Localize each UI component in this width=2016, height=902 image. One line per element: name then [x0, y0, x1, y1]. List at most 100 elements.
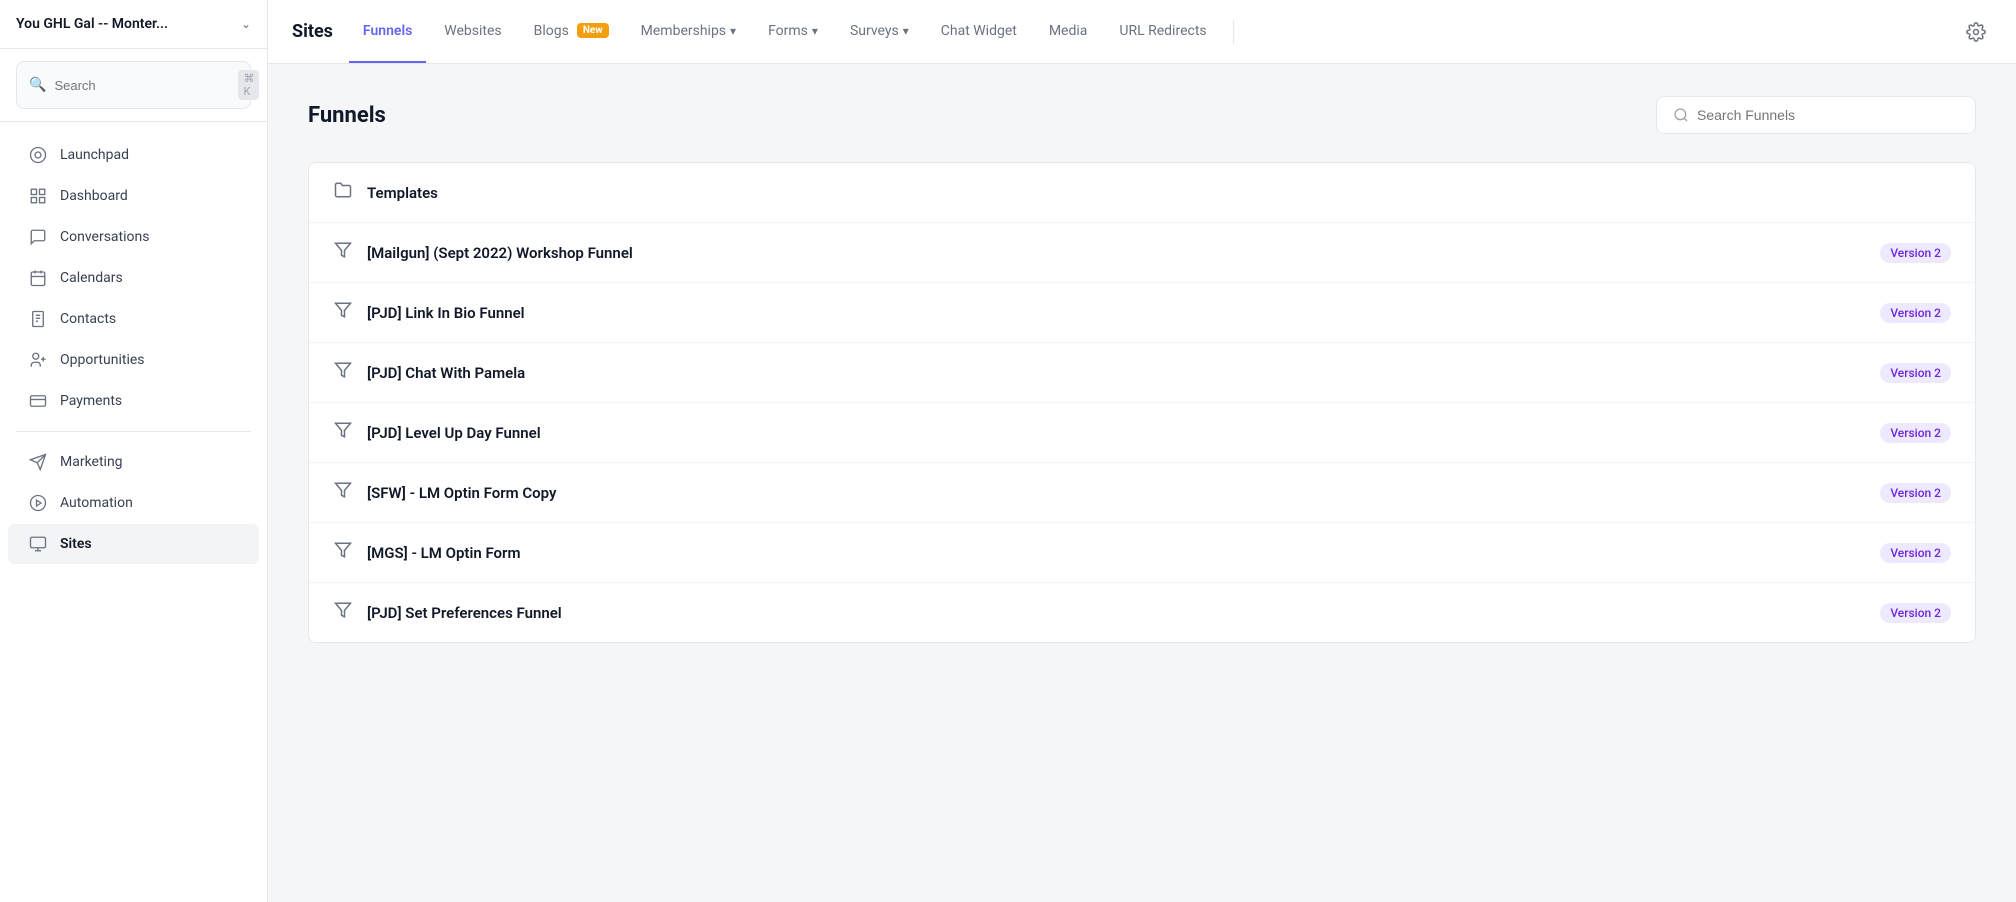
- sidebar-item-label: Launchpad: [60, 147, 129, 163]
- sidebar-item-payments[interactable]: Payments: [8, 381, 259, 421]
- version-badge: Version 2: [1880, 483, 1951, 503]
- tab-memberships-label: Memberships: [641, 23, 726, 39]
- funnel-icon: [333, 421, 353, 444]
- sidebar-item-label: Opportunities: [60, 352, 145, 368]
- tab-media[interactable]: Media: [1035, 0, 1102, 63]
- funnel-item-pjd-chat-pamela[interactable]: [PJD] Chat With Pamela Version 2: [309, 343, 1975, 403]
- tab-surveys[interactable]: Surveys ▾: [836, 0, 923, 63]
- search-funnels-input[interactable]: [1697, 107, 1959, 123]
- payments-icon: [28, 391, 48, 411]
- tab-chat-widget[interactable]: Chat Widget: [927, 0, 1031, 63]
- sidebar-item-label: Automation: [60, 495, 133, 511]
- sidebar-item-automation[interactable]: Automation: [8, 483, 259, 523]
- tab-forms[interactable]: Forms ▾: [754, 0, 832, 63]
- automation-icon: [28, 493, 48, 513]
- search-shortcut: ⌘ K: [238, 70, 259, 100]
- launchpad-icon: [28, 145, 48, 165]
- account-name: You GHL Gal -- Monter...: [16, 16, 168, 32]
- funnel-item-name: [PJD] Link In Bio Funnel: [367, 304, 1868, 322]
- version-badge: Version 2: [1880, 363, 1951, 383]
- funnel-item-name: [MGS] - LM Optin Form: [367, 544, 1868, 562]
- funnel-item-pjd-set-preferences[interactable]: [PJD] Set Preferences Funnel Version 2: [309, 583, 1975, 642]
- sidebar-item-label: Payments: [60, 393, 122, 409]
- tab-funnels-label: Funnels: [363, 23, 412, 39]
- main-content: Sites Funnels Websites Blogs New Members…: [268, 0, 2016, 902]
- tab-websites-label: Websites: [444, 23, 501, 39]
- funnel-item-name: [PJD] Set Preferences Funnel: [367, 604, 1868, 622]
- sidebar-item-label: Marketing: [60, 454, 123, 470]
- sidebar: You GHL Gal -- Monter... ⌄ 🔍 ⌘ K ⚡ Launc…: [0, 0, 268, 902]
- brand-label: Sites: [292, 21, 333, 42]
- sidebar-item-label: Sites: [60, 536, 92, 552]
- version-badge: Version 2: [1880, 243, 1951, 263]
- tab-memberships[interactable]: Memberships ▾: [627, 0, 750, 63]
- sidebar-item-label: Dashboard: [60, 188, 128, 204]
- funnel-item-name: Templates: [367, 184, 1951, 202]
- funnel-item-pjd-link-bio[interactable]: [PJD] Link In Bio Funnel Version 2: [309, 283, 1975, 343]
- sidebar-item-label: Conversations: [60, 229, 149, 245]
- new-badge: New: [577, 23, 609, 38]
- funnel-item-mailgun[interactable]: [Mailgun] (Sept 2022) Workshop Funnel Ve…: [309, 223, 1975, 283]
- chevron-down-icon: ▾: [812, 24, 818, 38]
- page-title: Funnels: [308, 103, 386, 128]
- sites-icon: [28, 534, 48, 554]
- search-box[interactable]: 🔍 ⌘ K ⚡: [16, 61, 251, 109]
- sidebar-item-sites[interactable]: Sites: [8, 524, 259, 564]
- account-switcher[interactable]: You GHL Gal -- Monter... ⌄: [0, 0, 267, 49]
- folder-icon: [333, 181, 353, 204]
- funnel-icon: [333, 481, 353, 504]
- tab-url-redirects-label: URL Redirects: [1119, 23, 1206, 39]
- funnel-item-name: [Mailgun] (Sept 2022) Workshop Funnel: [367, 244, 1868, 262]
- funnel-icon: [333, 541, 353, 564]
- calendars-icon: [28, 268, 48, 288]
- tab-surveys-label: Surveys: [850, 23, 899, 39]
- funnel-icon: [333, 601, 353, 624]
- funnel-list: Templates [Mailgun] (Sept 2022) Workshop…: [308, 162, 1976, 643]
- sidebar-item-opportunities[interactable]: Opportunities: [8, 340, 259, 380]
- tab-forms-label: Forms: [768, 23, 808, 39]
- tab-blogs-label: Blogs: [534, 23, 569, 39]
- tab-chat-widget-label: Chat Widget: [941, 23, 1017, 39]
- sidebar-nav: Launchpad Dashboard Conversations Calend…: [0, 122, 267, 902]
- top-nav: Sites Funnels Websites Blogs New Members…: [268, 0, 2016, 64]
- sidebar-item-launchpad[interactable]: Launchpad: [8, 135, 259, 175]
- content-area: Funnels Templates: [268, 64, 2016, 902]
- version-badge: Version 2: [1880, 603, 1951, 623]
- conversations-icon: [28, 227, 48, 247]
- tab-url-redirects[interactable]: URL Redirects: [1105, 0, 1220, 63]
- version-badge: Version 2: [1880, 303, 1951, 323]
- tab-funnels[interactable]: Funnels: [349, 0, 426, 63]
- sidebar-item-calendars[interactable]: Calendars: [8, 258, 259, 298]
- sidebar-item-marketing[interactable]: Marketing: [8, 442, 259, 482]
- nav-separator: [1233, 20, 1234, 44]
- funnel-item-mgs-lm-optin[interactable]: [MGS] - LM Optin Form Version 2: [309, 523, 1975, 583]
- funnel-item-pjd-level-up[interactable]: [PJD] Level Up Day Funnel Version 2: [309, 403, 1975, 463]
- funnel-item-templates[interactable]: Templates: [309, 163, 1975, 223]
- version-badge: Version 2: [1880, 423, 1951, 443]
- sidebar-item-contacts[interactable]: Contacts: [8, 299, 259, 339]
- version-badge: Version 2: [1880, 543, 1951, 563]
- dashboard-icon: [28, 186, 48, 206]
- chevron-down-icon: ▾: [730, 24, 736, 38]
- settings-gear-button[interactable]: [1960, 16, 1992, 48]
- content-header: Funnels: [308, 96, 1976, 134]
- search-input[interactable]: [54, 78, 230, 93]
- search-icon: [1673, 107, 1689, 123]
- sidebar-item-conversations[interactable]: Conversations: [8, 217, 259, 257]
- funnel-icon: [333, 301, 353, 324]
- funnel-item-name: [PJD] Level Up Day Funnel: [367, 424, 1868, 442]
- nav-divider: [16, 431, 251, 432]
- funnel-item-sfw-lm-optin-copy[interactable]: [SFW] - LM Optin Form Copy Version 2: [309, 463, 1975, 523]
- opportunities-icon: [28, 350, 48, 370]
- funnel-item-name: [PJD] Chat With Pamela: [367, 364, 1868, 382]
- chevron-down-icon: ▾: [903, 24, 909, 38]
- funnel-icon: [333, 361, 353, 384]
- sidebar-item-label: Calendars: [60, 270, 123, 286]
- marketing-icon: [28, 452, 48, 472]
- tab-websites[interactable]: Websites: [430, 0, 515, 63]
- sidebar-item-dashboard[interactable]: Dashboard: [8, 176, 259, 216]
- tab-blogs[interactable]: Blogs New: [520, 0, 623, 63]
- search-icon: 🔍: [29, 77, 46, 93]
- tab-media-label: Media: [1049, 23, 1088, 39]
- search-funnels-box[interactable]: [1656, 96, 1976, 134]
